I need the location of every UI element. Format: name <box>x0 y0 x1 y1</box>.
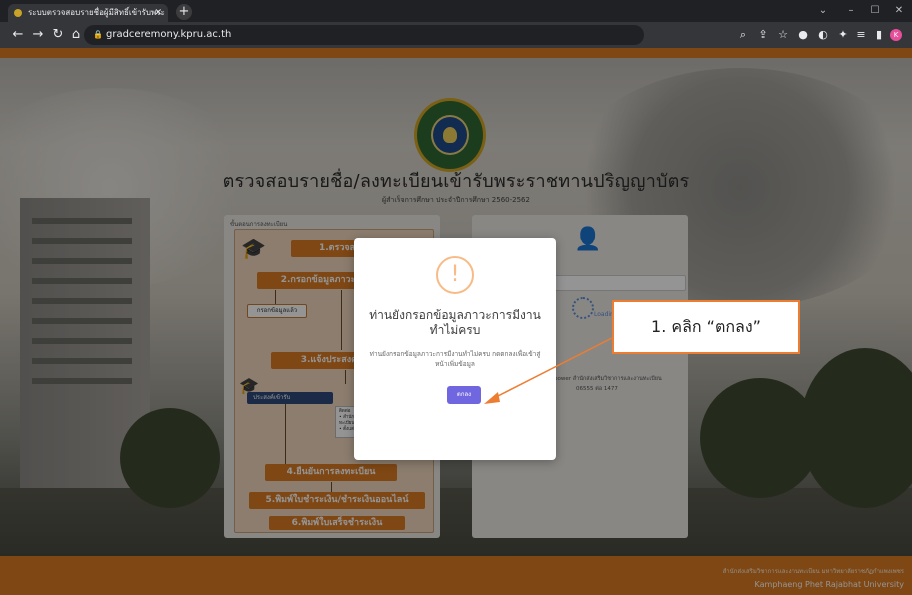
dialog-title: ท่านยังกรอกข้อมูลภาวะการมีงานทำไม่ครบ <box>369 308 541 337</box>
reading-list-icon[interactable]: ≡ <box>854 27 868 43</box>
close-window-icon[interactable]: ✕ <box>888 0 910 22</box>
new-tab-button[interactable]: + <box>176 4 192 20</box>
extension-icon[interactable]: ● <box>796 27 810 43</box>
reload-icon[interactable]: ↻ <box>50 26 66 44</box>
close-tab-icon[interactable]: ✕ <box>154 4 162 22</box>
alert-dialog: ! ท่านยังกรอกข้อมูลภาวะการมีงานทำไม่ครบ … <box>354 238 556 460</box>
browser-tab-bar: ระบบตรวจสอบรายชื่อผู้มีสิทธิ์เข้ารับพระ … <box>0 0 912 22</box>
browser-tab[interactable]: ระบบตรวจสอบรายชื่อผู้มีสิทธิ์เข้ารับพระ … <box>8 4 168 22</box>
maximize-icon[interactable]: ☐ <box>864 0 886 22</box>
warning-icon: ! <box>436 256 474 294</box>
back-icon[interactable]: ← <box>10 26 26 44</box>
ok-button[interactable]: ตกลง <box>447 386 481 404</box>
minimize-icon[interactable]: – <box>840 0 862 22</box>
side-panel-icon[interactable]: ▮ <box>872 27 886 43</box>
url-text: gradceremony.kpru.ac.th <box>106 29 232 40</box>
extensions-puzzle-icon[interactable]: ✦ <box>836 27 850 43</box>
lock-icon: 🔒 <box>93 30 103 39</box>
zoom-icon[interactable]: ⌕ <box>736 27 750 43</box>
extension-icon-2[interactable]: ◐ <box>816 27 830 43</box>
instruction-callout: 1. คลิก “ตกลง” <box>612 300 800 354</box>
home-icon[interactable]: ⌂ <box>68 26 84 44</box>
address-bar: ← → ↻ ⌂ 🔒 gradceremony.kpru.ac.th ⌕ ⇪ ☆ … <box>0 22 912 48</box>
tab-title: ระบบตรวจสอบรายชื่อผู้มีสิทธิ์เข้ารับพระ <box>28 8 165 17</box>
share-icon[interactable]: ⇪ <box>756 27 770 43</box>
dialog-message: ท่านยังกรอกข้อมูลภาวะการมีงานทำไม่ครบ กด… <box>369 350 541 368</box>
site-favicon-icon <box>14 9 22 17</box>
url-field[interactable]: 🔒 gradceremony.kpru.ac.th <box>84 25 644 45</box>
bookmark-star-icon[interactable]: ☆ <box>776 27 790 43</box>
profile-avatar[interactable]: K <box>890 29 902 41</box>
forward-icon[interactable]: → <box>30 26 46 44</box>
tab-search-icon[interactable]: ⌄ <box>812 0 834 22</box>
